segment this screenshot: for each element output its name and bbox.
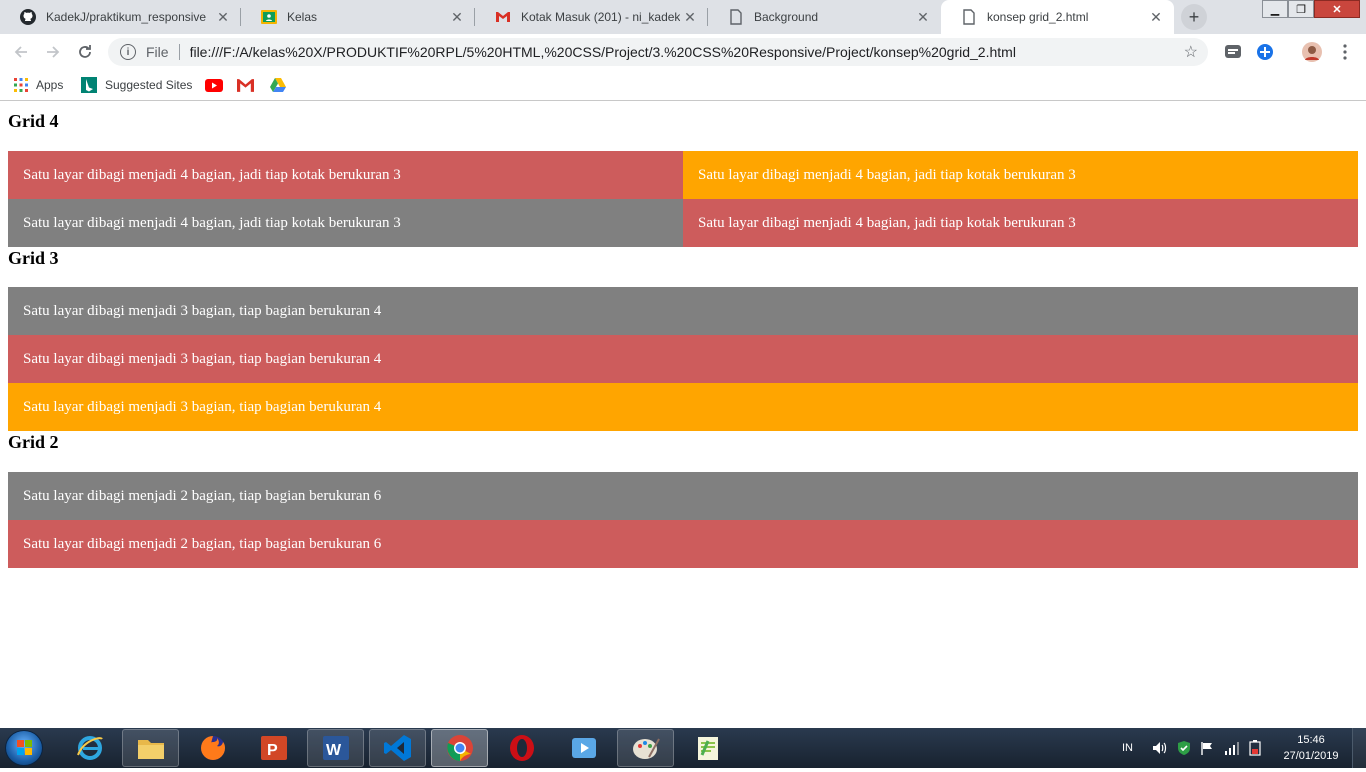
- clock-time: 15:46: [1297, 734, 1325, 746]
- drive-icon: [270, 78, 286, 92]
- tab-title: konsep grid_2.html: [987, 10, 1089, 24]
- maximize-button[interactable]: ❐: [1288, 0, 1314, 18]
- back-button[interactable]: [10, 41, 32, 63]
- close-tab-icon[interactable]: ✕: [213, 9, 233, 26]
- section-heading-grid-2: Grid 2: [8, 432, 59, 452]
- gmail-icon: [495, 9, 511, 25]
- reload-icon: [79, 45, 91, 58]
- bookmark-drive[interactable]: [270, 76, 286, 94]
- gmail-icon: [237, 78, 254, 92]
- file-explorer-icon[interactable]: [122, 729, 179, 767]
- minimize-button[interactable]: ▁: [1262, 0, 1288, 18]
- grid-cell: Satu layar dibagi menjadi 3 bagian, tiap…: [8, 335, 1358, 383]
- notepad-plus-plus-icon[interactable]: [679, 729, 736, 767]
- start-button[interactable]: [5, 730, 43, 766]
- grid-cell: Satu layar dibagi menjadi 3 bagian, tiap…: [8, 287, 1358, 335]
- word-icon[interactable]: W: [307, 729, 364, 767]
- section-heading-grid-3: Grid 3: [8, 248, 59, 268]
- bookmark-apps[interactable]: Apps: [14, 76, 63, 94]
- classroom-icon: [261, 9, 277, 25]
- url-text[interactable]: file:///F:/A/kelas%20X/PRODUKTIF%20RPL/5…: [190, 44, 1184, 60]
- github-icon: [20, 9, 36, 25]
- close-tab-icon[interactable]: ✕: [1146, 9, 1166, 26]
- close-tab-icon[interactable]: ✕: [447, 9, 467, 26]
- language-indicator[interactable]: IN: [1122, 728, 1133, 768]
- bookmarks-bar: Apps Suggested Sites: [0, 70, 1366, 101]
- grid-cell: Satu layar dibagi menjadi 4 bagian, jadi…: [683, 151, 1358, 199]
- bookmark-suggested-sites[interactable]: Suggested Sites: [81, 76, 192, 94]
- svg-text:W: W: [326, 742, 342, 759]
- page-content: Grid 4 Satu layar dibagi menjadi 4 bagia…: [0, 102, 1366, 728]
- opera-icon[interactable]: [493, 729, 550, 767]
- visual-studio-code-icon[interactable]: [369, 729, 426, 767]
- tab-title: Background: [754, 10, 819, 24]
- grid-cell: Satu layar dibagi menjadi 4 bagian, jadi…: [683, 199, 1358, 247]
- tab-kelas[interactable]: Kelas ✕: [241, 0, 475, 34]
- windows-taskbar: P W IN 15:46 27/01/2019: [0, 728, 1366, 768]
- tab-title: Kotak Masuk (201) - ni_kadek_2: [521, 10, 680, 24]
- bookmark-youtube[interactable]: [205, 76, 223, 94]
- windows-logo-icon: [17, 740, 32, 755]
- extension-chat-icon[interactable]: [1223, 42, 1243, 62]
- close-window-button[interactable]: ✕: [1314, 0, 1360, 18]
- tab-github[interactable]: KadekJ/praktikum_responsive ✕: [0, 0, 241, 34]
- toolbar: i File file:///F:/A/kelas%20X/PRODUKTIF%…: [0, 34, 1366, 70]
- tab-strip: KadekJ/praktikum_responsive ✕ Kelas ✕ Ko…: [0, 0, 1366, 34]
- tab-title: KadekJ/praktikum_responsive: [46, 10, 207, 24]
- new-tab-button[interactable]: +: [1181, 4, 1207, 30]
- extension-add-icon[interactable]: [1255, 42, 1275, 62]
- bookmark-label: Suggested Sites: [105, 78, 193, 92]
- forward-button[interactable]: [42, 41, 64, 63]
- bookmark-label: Apps: [36, 78, 64, 92]
- bookmark-gmail[interactable]: [237, 76, 254, 94]
- grid-cell: Satu layar dibagi menjadi 2 bagian, tiap…: [8, 520, 1358, 568]
- section-heading-grid-4: Grid 4: [8, 111, 59, 131]
- close-tab-icon[interactable]: ✕: [913, 9, 933, 26]
- menu-dots-icon[interactable]: [1335, 42, 1355, 62]
- chrome-icon[interactable]: [431, 729, 488, 767]
- reload-button[interactable]: [74, 41, 96, 63]
- powerpoint-icon[interactable]: P: [245, 729, 302, 767]
- paint-icon[interactable]: [617, 729, 674, 767]
- grid-cell: Satu layar dibagi menjadi 2 bagian, tiap…: [8, 472, 1358, 520]
- profile-avatar[interactable]: [1302, 42, 1322, 62]
- media-player-icon[interactable]: [555, 729, 612, 767]
- browser-window: KadekJ/praktikum_responsive ✕ Kelas ✕ Ko…: [0, 0, 1366, 101]
- bing-icon: [81, 77, 97, 93]
- tab-konsep-grid[interactable]: konsep grid_2.html ✕: [941, 0, 1174, 34]
- bookmark-star-icon[interactable]: ☆: [1184, 42, 1198, 62]
- tab-background[interactable]: Background ✕: [708, 0, 941, 34]
- grid-cell: Satu layar dibagi menjadi 3 bagian, tiap…: [8, 383, 1358, 431]
- page-icon: [728, 9, 744, 25]
- clock-date: 27/01/2019: [1283, 750, 1339, 762]
- action-center-flag-icon[interactable]: [1200, 728, 1214, 768]
- scheme-label: File: [146, 44, 169, 60]
- network-signal-icon[interactable]: [1224, 728, 1240, 768]
- tab-title: Kelas: [287, 10, 318, 24]
- firefox-icon[interactable]: [184, 729, 241, 767]
- youtube-icon: [205, 78, 223, 92]
- svg-text:P: P: [267, 742, 278, 759]
- page-icon: [961, 9, 977, 25]
- battery-icon[interactable]: [1248, 728, 1262, 768]
- show-desktop-button[interactable]: [1352, 728, 1366, 768]
- tab-gmail[interactable]: Kotak Masuk (201) - ni_kadek_2 ✕: [475, 0, 708, 34]
- volume-icon[interactable]: [1152, 728, 1168, 768]
- close-tab-icon[interactable]: ✕: [680, 9, 700, 26]
- omnibox-divider: [178, 44, 180, 60]
- back-arrow-icon: [14, 46, 27, 58]
- apps-grid-icon: [14, 78, 28, 92]
- grid-cell: Satu layar dibagi menjadi 4 bagian, jadi…: [8, 199, 683, 247]
- security-shield-icon[interactable]: [1176, 728, 1192, 768]
- system-clock[interactable]: 15:46 27/01/2019: [1280, 732, 1342, 764]
- forward-arrow-icon: [47, 46, 60, 58]
- grid-cell: Satu layar dibagi menjadi 4 bagian, jadi…: [8, 151, 683, 199]
- info-icon[interactable]: i: [120, 44, 136, 60]
- address-bar[interactable]: i File file:///F:/A/kelas%20X/PRODUKTIF%…: [108, 38, 1208, 66]
- internet-explorer-icon[interactable]: [61, 729, 118, 767]
